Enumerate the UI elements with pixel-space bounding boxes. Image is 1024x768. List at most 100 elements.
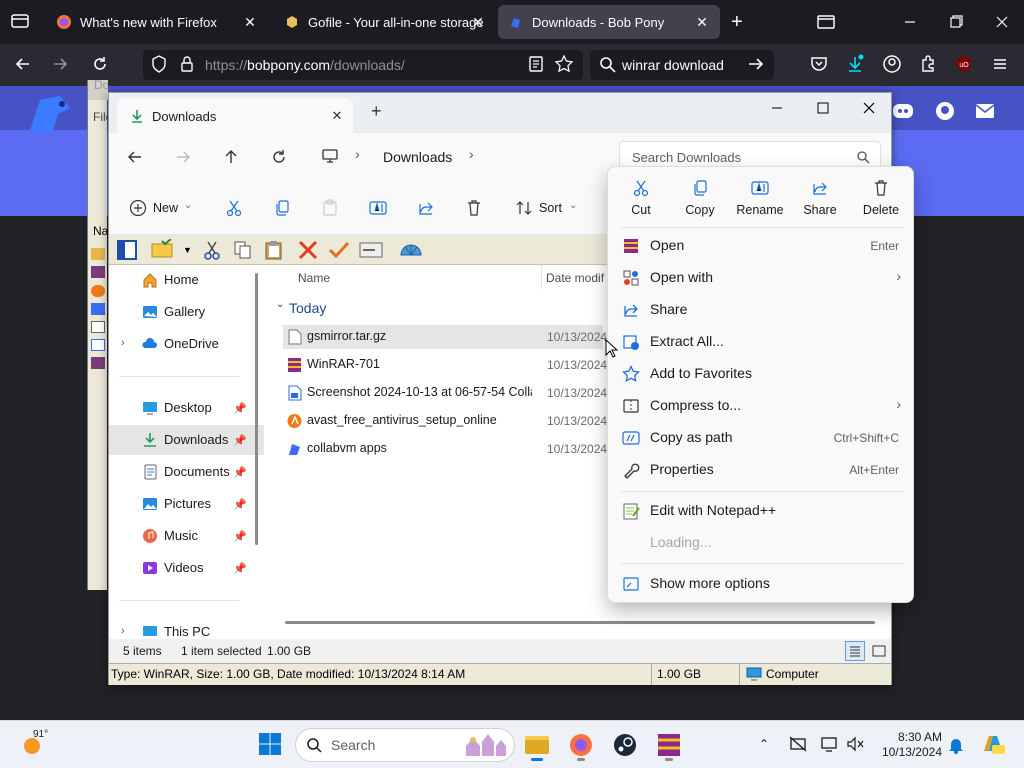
breadcrumb[interactable]: Downloads	[383, 149, 452, 165]
close-tab-icon[interactable]: ✕	[694, 14, 710, 30]
shell-icon[interactable]	[399, 239, 423, 261]
search-bar[interactable]: winrar download	[590, 50, 774, 80]
url-bar[interactable]: https://bobpony.com/downloads/	[143, 50, 583, 80]
bookmark-star-icon[interactable]	[554, 54, 576, 76]
file-row[interactable]: WinRAR-701 10/13/2024	[283, 353, 607, 377]
folders-pane-icon[interactable]	[117, 240, 137, 260]
close-window-icon[interactable]	[992, 12, 1014, 34]
tab-gofile[interactable]: Gofile - Your all-in-one storage ✕	[274, 5, 496, 39]
paste-icon[interactable]	[264, 239, 284, 261]
nav-item-gallery[interactable]: Gallery	[109, 297, 264, 327]
nav-scrollbar[interactable]	[255, 273, 258, 545]
properties-icon[interactable]	[359, 241, 383, 259]
nav-item-home[interactable]: Home	[109, 265, 264, 295]
account-icon[interactable]	[882, 54, 904, 76]
cut-icon[interactable]	[203, 240, 221, 260]
forward-icon[interactable]	[174, 148, 192, 166]
ctx-item-properties[interactable]: Properties Alt+Enter	[612, 454, 909, 486]
sort-button[interactable]: Sort ⌄	[513, 181, 583, 235]
ctx-item-open[interactable]: Open Enter	[612, 230, 909, 262]
minimize-icon[interactable]	[900, 12, 922, 34]
folder-options-icon[interactable]	[151, 239, 175, 259]
close-tab-icon[interactable]: ✕	[329, 108, 345, 124]
nav-item-music[interactable]: Music 📌	[109, 521, 264, 551]
mail-icon[interactable]	[975, 103, 995, 119]
taskbar-firefox[interactable]	[563, 728, 599, 762]
volume-muted-icon[interactable]	[845, 735, 865, 753]
up-icon[interactable]	[222, 148, 240, 166]
ctx-item-copy-as-path[interactable]: Copy as path Ctrl+Shift+C	[612, 422, 909, 454]
tab-bob-pony[interactable]: Downloads - Bob Pony ✕	[498, 5, 720, 39]
group-header-today[interactable]: Today	[289, 300, 326, 316]
menu-hamburger-icon[interactable]	[990, 54, 1012, 76]
file-row[interactable]: gsmirror.tar.gz 10/13/2024	[283, 325, 607, 349]
group-collapse-icon[interactable]: ⌄	[276, 299, 284, 310]
taskbar-winrar[interactable]	[651, 728, 687, 762]
taskbar-steam[interactable]	[607, 728, 643, 762]
discord-icon[interactable]	[892, 102, 914, 120]
clock-date[interactable]: 10/13/2024	[870, 745, 942, 759]
copilot-icon[interactable]	[980, 731, 1006, 757]
file-row[interactable]: avast_free_antivirus_setup_online 10/13/…	[283, 409, 607, 433]
explorer-tab-downloads[interactable]: Downloads ✕	[117, 98, 353, 135]
details-view-button[interactable]	[845, 641, 865, 661]
ctx-delete-button[interactable]: Delete	[852, 177, 910, 229]
taskbar-search-box[interactable]: Search	[295, 728, 515, 762]
checkmark-icon[interactable]	[328, 240, 350, 260]
delete-x-icon[interactable]	[297, 240, 319, 260]
ctx-rename-button[interactable]: Rename	[731, 177, 789, 229]
list-all-tabs-icon[interactable]	[816, 12, 838, 34]
rename-icon[interactable]	[369, 199, 387, 217]
downloads-icon[interactable]	[845, 54, 867, 76]
ctx-item-open-with[interactable]: Open with ›	[612, 262, 909, 294]
ctx-item-compress-to[interactable]: Compress to... ›	[612, 390, 909, 422]
notification-bell-icon[interactable]	[948, 736, 964, 754]
horizontal-scrollbar[interactable]	[285, 621, 875, 624]
ctx-item-show-more-options[interactable]: Show more options	[612, 568, 909, 600]
lock-icon[interactable]	[177, 54, 199, 76]
url-text[interactable]: https://bobpony.com/downloads/	[205, 57, 405, 73]
column-header-name[interactable]: Name	[298, 271, 330, 285]
taskbar-file-explorer[interactable]	[519, 728, 555, 762]
back-icon[interactable]	[13, 54, 35, 76]
restore-icon[interactable]	[946, 12, 968, 34]
share-icon[interactable]	[417, 199, 435, 217]
maximize-icon[interactable]	[815, 100, 831, 116]
nav-item-onedrive[interactable]: › OneDrive	[109, 329, 264, 359]
copy-icon[interactable]	[273, 199, 291, 217]
forward-icon[interactable]	[50, 54, 72, 76]
nav-item-videos[interactable]: Videos 📌	[109, 553, 264, 583]
ctx-item-add-to-favorites[interactable]: Add to Favorites	[612, 358, 909, 390]
paste-icon[interactable]	[321, 199, 339, 217]
back-icon[interactable]	[126, 148, 144, 166]
ctx-copy-button[interactable]: Copy	[671, 177, 729, 229]
ctx-share-button[interactable]: Share	[791, 177, 849, 229]
nav-item-pictures[interactable]: Pictures 📌	[109, 489, 264, 519]
minimize-icon[interactable]	[769, 100, 785, 116]
github-icon[interactable]	[935, 101, 955, 121]
tracking-protection-icon[interactable]	[149, 54, 171, 76]
start-windows-icon[interactable]	[258, 732, 282, 756]
extensions-icon[interactable]	[918, 54, 940, 76]
show-hidden-icons-chevron-icon[interactable]: ⌃	[759, 737, 773, 751]
ctx-cut-button[interactable]: Cut	[612, 177, 670, 229]
this-pc-icon[interactable]	[321, 147, 339, 165]
nav-item-downloads[interactable]: Downloads 📌	[109, 425, 264, 455]
tiles-view-button[interactable]	[871, 643, 887, 659]
close-window-icon[interactable]	[861, 100, 877, 116]
ctx-item-share[interactable]: Share	[612, 294, 909, 326]
network-icon[interactable]	[788, 735, 808, 753]
nav-item-desktop[interactable]: Desktop 📌	[109, 393, 264, 423]
refresh-icon[interactable]	[270, 148, 288, 166]
cut-icon[interactable]	[225, 199, 243, 217]
pocket-icon[interactable]	[809, 54, 831, 76]
reload-icon[interactable]	[90, 54, 112, 76]
ctx-item-edit-notepad[interactable]: Edit with Notepad++	[612, 495, 909, 527]
copy-icon[interactable]	[233, 240, 253, 260]
close-tab-icon[interactable]: ✕	[242, 14, 258, 30]
firefox-view-icon[interactable]	[10, 11, 32, 33]
breadcrumb-chevron-icon[interactable]: ›	[469, 146, 474, 162]
new-tab-icon[interactable]: +	[731, 12, 753, 34]
file-row[interactable]: Screenshot 2024-10-13 at 06-57-54 Colla.…	[283, 381, 607, 405]
bob-pony-logo[interactable]	[22, 90, 78, 140]
